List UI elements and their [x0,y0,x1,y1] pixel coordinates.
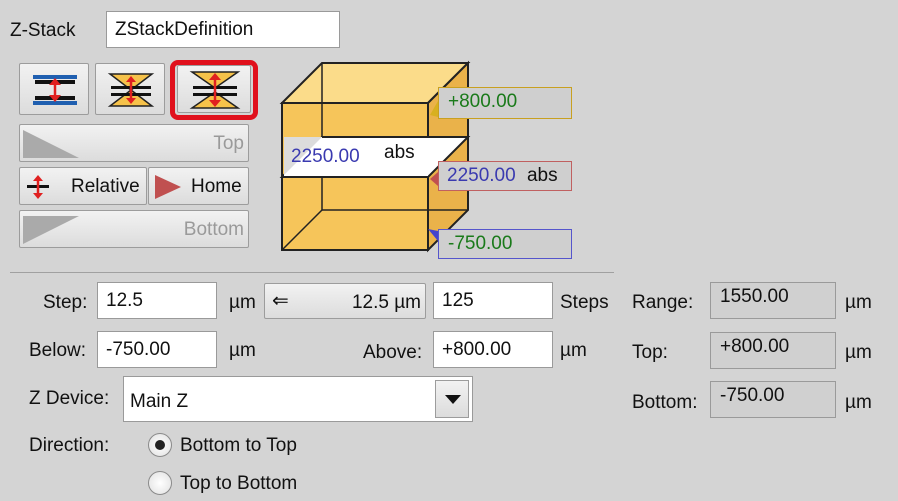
direction-top-to-bottom-label[interactable]: Top to Bottom [180,474,297,493]
mode-range-button[interactable] [95,63,165,115]
steps-label: Steps [560,292,609,313]
zdevice-select[interactable]: Main Z [123,376,473,422]
step-input[interactable] [97,282,217,319]
step-label: Step: [43,292,88,313]
set-top-button[interactable]: Top [19,124,249,162]
relative-arrows-icon [27,175,49,199]
direction-bottom-to-top-label[interactable]: Bottom to Top [180,436,297,455]
bottom-unit: µm [845,392,872,413]
copy-step-label: 12.5 µm [351,292,421,313]
zdevice-value: Main Z [130,391,189,412]
range-value: 1550.00 [710,282,836,319]
zdevice-dropdown-button[interactable] [435,380,469,418]
home-button[interactable]: Home [148,167,249,205]
diagram-above-value: +800.00 [438,87,572,119]
diagram-current-unit: abs [526,165,558,186]
below-input[interactable] [97,331,217,368]
home-arrow-icon [155,175,181,199]
center-range-icon [33,75,77,105]
range-hourglass-icon [107,73,155,107]
relative-label: Relative [71,176,140,197]
zstack-name-input[interactable] [106,11,340,48]
diagram-above-text: +800.00 [448,91,518,112]
set-bottom-button[interactable]: Bottom [19,210,249,248]
chevron-down-icon [445,395,461,404]
range-label: Range: [632,292,694,313]
section-divider [10,272,614,273]
zdevice-label: Z Device: [29,388,110,409]
above-unit: µm [560,340,587,361]
zstack-label: Z-Stack [10,20,76,41]
mode-top-bottom-button[interactable] [177,65,251,113]
home-label: Home [191,176,242,197]
slice-position-value: 2250.00 [291,146,360,167]
above-input[interactable] [433,331,553,368]
top-unit: µm [845,342,872,363]
diagram-current-number: 2250.00 [447,165,516,186]
left-arrow-icon: ⇐ [272,290,289,312]
steps-count-input[interactable] [433,282,553,319]
top-value-text: +800.00 [720,336,790,357]
top-value: +800.00 [710,332,836,369]
range-unit: µm [845,292,872,313]
set-bottom-label: Bottom [183,219,244,240]
bottom-label: Bottom: [632,392,698,413]
bottom-triangle-icon [23,216,79,244]
diagram-below-text: -750.00 [448,233,513,254]
relative-button[interactable]: Relative [19,167,147,205]
direction-label: Direction: [29,435,110,456]
top-label: Top: [632,342,668,363]
top-bottom-range-icon [189,71,241,109]
slice-position-unit: abs [384,142,415,163]
bottom-value-text: -750.00 [720,385,785,406]
mode-center-button[interactable] [19,63,89,115]
above-label: Above: [363,342,423,363]
direction-top-to-bottom-radio[interactable] [148,471,172,495]
direction-bottom-to-top-radio[interactable] [148,433,172,457]
bottom-value: -750.00 [710,381,836,418]
range-value-text: 1550.00 [720,286,789,307]
diagram-below-value: -750.00 [438,229,572,259]
copy-step-button[interactable]: ⇐ 12.5 µm [264,283,426,319]
diagram-current-value: 2250.00 abs [438,161,572,191]
step-unit: µm [229,292,256,313]
set-top-label: Top [213,133,244,154]
top-triangle-icon [23,130,79,158]
below-unit: µm [229,340,256,361]
below-label: Below: [29,340,87,361]
